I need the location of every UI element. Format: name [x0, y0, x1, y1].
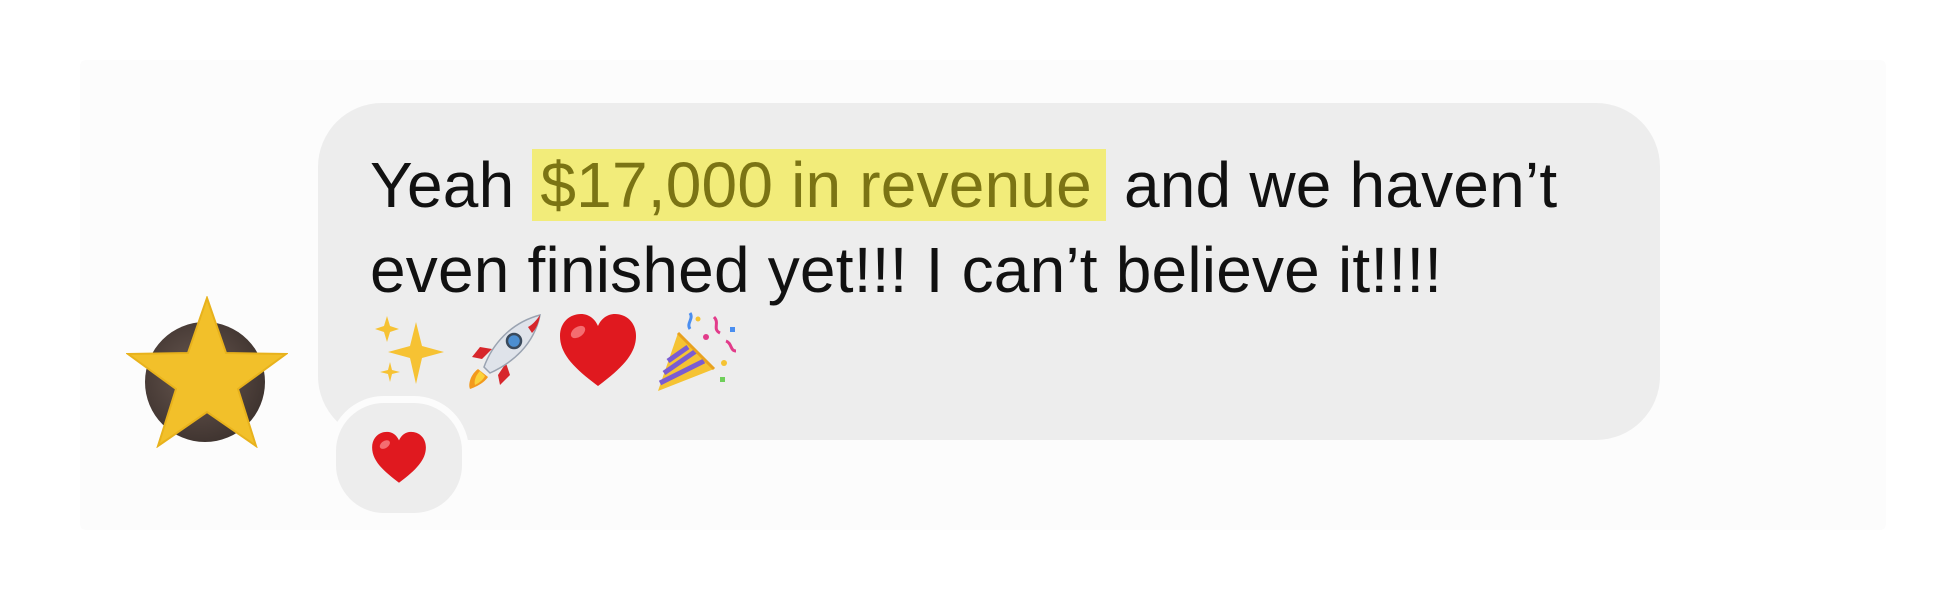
message-line-1: Yeah $17,000 in revenue and we haven’t	[370, 143, 1604, 228]
rocket-icon	[469, 313, 541, 389]
party-popper-icon	[658, 312, 737, 391]
reaction-badge[interactable]	[329, 396, 469, 520]
message-line-2: even finished yet!!! I can’t believe it!…	[370, 234, 1443, 306]
message-text-after: and we haven’t	[1105, 149, 1558, 221]
red-heart-icon	[372, 431, 426, 483]
highlighted-amount[interactable]: $17,000 in revenue	[532, 149, 1106, 221]
star-icon	[126, 296, 288, 448]
sparkles-icon	[375, 316, 444, 384]
emoji-row	[370, 307, 738, 395]
message-text-before: Yeah	[370, 149, 533, 221]
message-bubble[interactable]: Yeah $17,000 in revenue and we haven’t e…	[318, 103, 1660, 440]
red-heart-icon	[560, 314, 636, 386]
